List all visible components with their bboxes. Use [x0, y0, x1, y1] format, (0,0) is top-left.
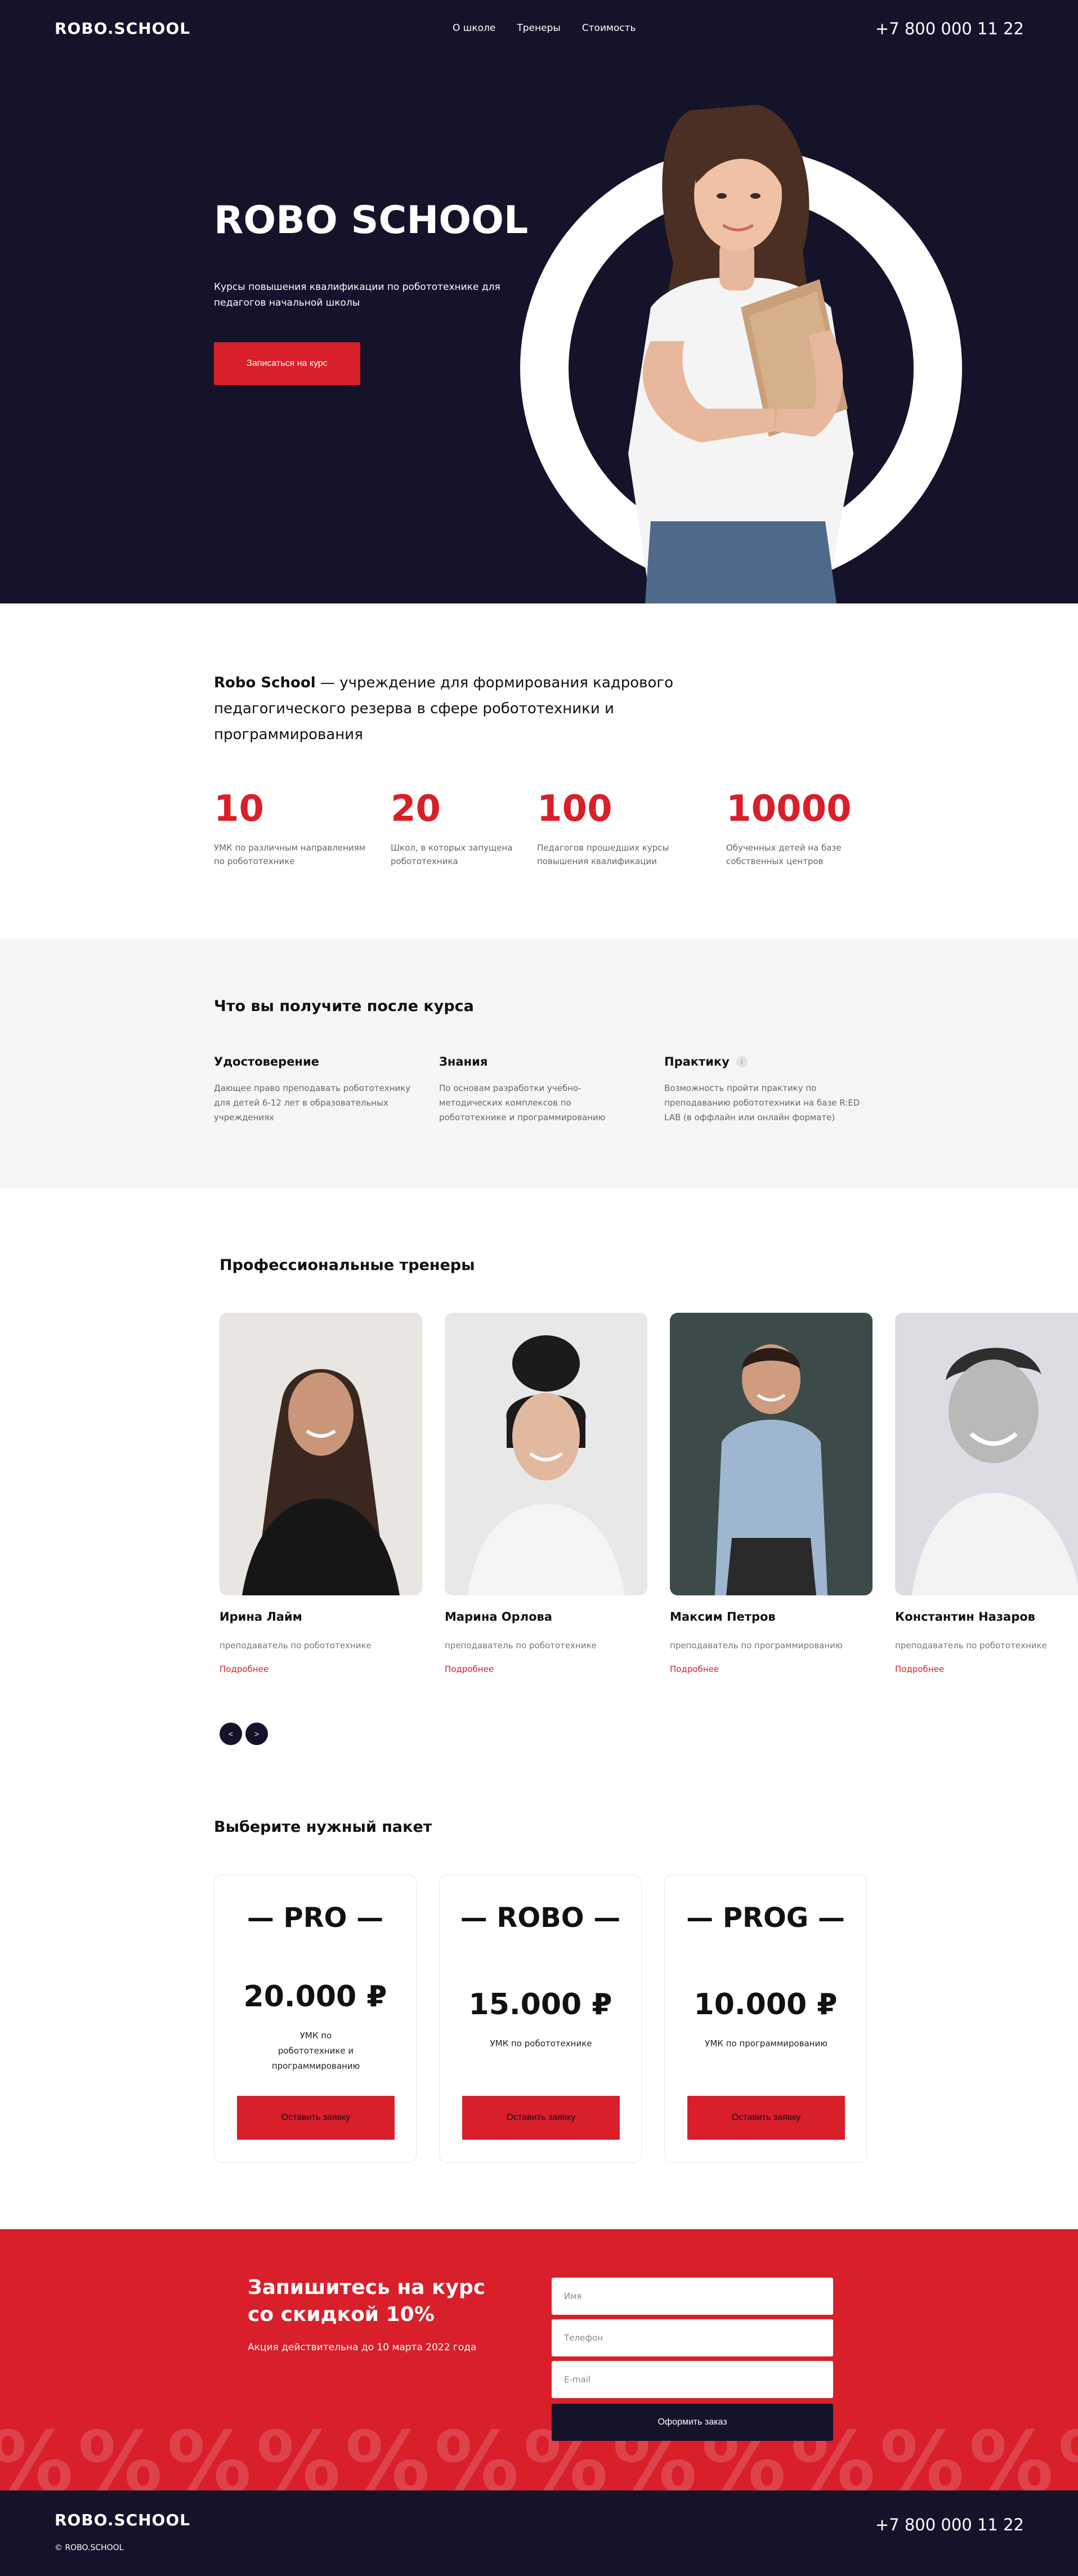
trainer-card: Ирина Лайм преподаватель по робототехник…	[220, 1313, 422, 1674]
benefit-title: Практику	[664, 1055, 730, 1068]
trainer-more-link[interactable]: Подробнее	[445, 1664, 494, 1674]
benefits-section: Что вы получите после курса Удостоверени…	[0, 939, 1078, 1188]
benefits-title: Что вы получите после курса	[214, 998, 474, 1015]
pricing-section: Выберите нужный пакет — PRO — 20.000 ₽ У…	[0, 1756, 1078, 2229]
plan-price: 10.000 ₽	[694, 1988, 838, 2022]
email-field[interactable]: E-mail	[552, 2361, 833, 2398]
trainer-photo	[895, 1313, 1078, 1595]
stat-item: 100 Педагогов прошедших курсы повышения …	[537, 789, 678, 868]
nav-about[interactable]: О школе	[453, 23, 495, 34]
trainer-more-link[interactable]: Подробнее	[895, 1664, 944, 1674]
signup-title: Запишитесь на курс со скидкой 10%	[248, 2276, 486, 2326]
plan-order-button[interactable]: Оставить заявку	[237, 2096, 395, 2140]
trainer-photo	[220, 1313, 422, 1595]
trainer-card: Максим Петров преподаватель по программи…	[670, 1313, 873, 1674]
stat-label: УМК по различным направлениям по роботот…	[214, 843, 365, 866]
percent-pattern: %%%%%%%%%%%%%%%%%%%	[0, 2414, 1078, 2490]
stat-label: Обученных детей на базе собственных цент…	[726, 843, 842, 866]
pricing-title: Выберите нужный пакет	[214, 1818, 432, 1836]
plan-order-button[interactable]: Оставить заявку	[687, 2096, 845, 2140]
signup-note: Акция действительна до 10 марта 2022 год…	[248, 2342, 477, 2353]
carousel-next-button[interactable]: >	[245, 1723, 268, 1745]
about-section: Robo School — учреждение для формировани…	[0, 603, 1078, 939]
nav-pricing[interactable]: Стоимость	[582, 23, 636, 34]
phone-field[interactable]: Телефон	[552, 2319, 833, 2356]
benefit-text: Дающее право преподавать робототехнику д…	[214, 1083, 411, 1122]
stat-label: Школ, в которых запущена робототехника	[391, 843, 513, 866]
nav-trainers[interactable]: Тренеры	[517, 23, 560, 34]
hero-subtitle: Курсы повышения квалификации по робототе…	[214, 281, 500, 308]
trainer-photo	[670, 1313, 873, 1595]
hero-title: ROBO SCHOOL	[214, 198, 529, 243]
plan-description: УМК по робототехнике и программированию	[271, 2031, 360, 2071]
plan-order-button[interactable]: Оставить заявку	[462, 2096, 620, 2140]
benefit-text: По основам разработки учебно-методически…	[439, 1083, 606, 1122]
name-field[interactable]: Имя	[552, 2278, 833, 2315]
carousel-prev-button[interactable]: <	[220, 1723, 242, 1745]
trainer-card: Марина Орлова преподаватель по робототех…	[445, 1313, 647, 1674]
trainer-role: преподаватель по робототехнике	[895, 1640, 1047, 1651]
plan-card: — ROBO — 15.000 ₽ УМК по робототехнике О…	[439, 1875, 642, 2163]
trainer-card: Константин Назаров преподаватель по робо…	[895, 1313, 1078, 1674]
plan-description: УМК по программированию	[705, 2038, 827, 2049]
hero-section: ROBO SCHOOL Курсы повышения квалификации…	[0, 0, 1078, 603]
benefit-item: Удостоверение Дающее право преподавать р…	[214, 1055, 417, 1125]
info-icon[interactable]: i	[736, 1056, 748, 1067]
plan-price: 20.000 ₽	[243, 1980, 387, 2014]
submit-order-button[interactable]: Оформить заказ	[552, 2404, 833, 2441]
trainer-role: преподаватель по программированию	[670, 1640, 843, 1651]
signup-cta-button[interactable]: Записаться на курс	[214, 342, 360, 385]
trainer-role: преподаватель по робототехнике	[220, 1640, 372, 1651]
trainer-photo	[445, 1313, 647, 1595]
trainer-name: Максим Петров	[670, 1610, 776, 1624]
trainer-name: Марина Орлова	[445, 1610, 552, 1624]
stat-item: 10000 Обученных детей на базе собственны…	[726, 789, 861, 868]
about-brand: Robo School	[214, 674, 316, 691]
stat-item: 20 Школ, в которых запущена робототехник…	[391, 789, 520, 868]
trainer-more-link[interactable]: Подробнее	[670, 1664, 719, 1674]
plan-card: — PROG — 10.000 ₽ УМК по программировани…	[664, 1875, 867, 2163]
benefit-title: Знания	[439, 1055, 488, 1068]
about-lead: Robo School — учреждение для формировани…	[214, 670, 698, 748]
trainer-role: преподаватель по робототехнике	[445, 1640, 597, 1651]
stat-label: Педагогов прошедших курсы повышения квал…	[537, 843, 669, 866]
footer-logo[interactable]: ROBO.SCHOOL	[55, 2511, 190, 2529]
signup-section: %%%%%%%%%%%%%%%%%%% Запишитесь на курс с…	[0, 2229, 1078, 2490]
benefit-item: Практику i Возможность пройти практику п…	[664, 1055, 867, 1125]
stat-value: 10	[214, 788, 265, 830]
stat-value: 20	[391, 788, 441, 830]
trainers-section: Профессиональные тренеры Ирина Лайм преп…	[0, 1188, 1078, 1756]
footer-phone[interactable]: +7 800 000 11 22	[875, 2515, 1024, 2534]
benefit-title-row: Практику i	[664, 1055, 867, 1068]
plan-name: — PRO —	[247, 1902, 384, 1934]
site-logo[interactable]: ROBO.SCHOOL	[55, 19, 190, 38]
site-footer: ROBO.SCHOOL © ROBO.SCHOOL +7 800 000 11 …	[0, 2490, 1078, 2576]
stat-item: 10 УМК по различным направлениям по робо…	[214, 789, 377, 868]
trainer-more-link[interactable]: Подробнее	[220, 1664, 269, 1674]
main-nav: О школе Тренеры Стоимость	[453, 23, 636, 34]
plan-name: — PROG —	[686, 1902, 845, 1934]
plan-price: 15.000 ₽	[468, 1988, 612, 2022]
trainers-title: Профессиональные тренеры	[220, 1256, 475, 1274]
footer-copyright: © ROBO.SCHOOL	[55, 2543, 124, 2552]
plan-description: УМК по робототехнике	[490, 2038, 592, 2049]
trainer-name: Константин Назаров	[895, 1610, 1035, 1624]
site-header: ROBO.SCHOOL О школе Тренеры Стоимость +7…	[0, 0, 1078, 59]
plan-card: — PRO — 20.000 ₽ УМК по робототехнике и …	[214, 1875, 417, 2163]
stat-value: 100	[537, 788, 612, 830]
benefit-title: Удостоверение	[214, 1055, 319, 1068]
benefit-item: Знания По основам разработки учебно-мето…	[439, 1055, 642, 1125]
trainer-name: Ирина Лайм	[220, 1610, 302, 1624]
carousel-controls: < >	[220, 1723, 268, 1745]
header-phone[interactable]: +7 800 000 11 22	[875, 19, 1024, 38]
hero-person-image	[628, 105, 853, 603]
benefit-text: Возможность пройти практику по преподава…	[664, 1083, 860, 1122]
stat-value: 10000	[726, 788, 852, 830]
plan-name: — ROBO —	[460, 1902, 621, 1934]
